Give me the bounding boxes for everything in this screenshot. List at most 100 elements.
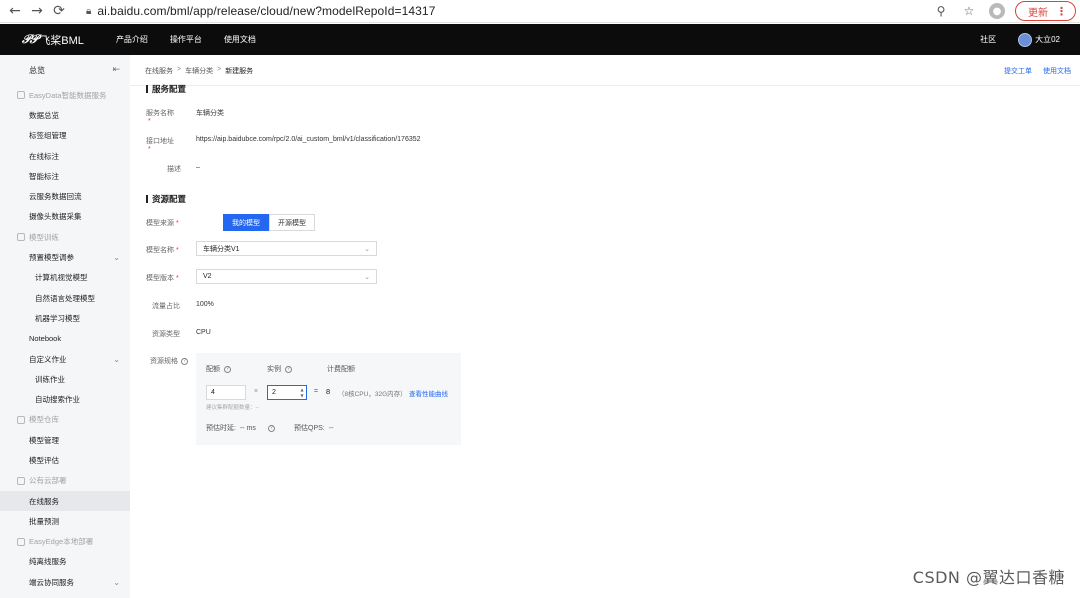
sidebar-item-label: Notebook bbox=[29, 334, 62, 344]
help-icon[interactable]: ? bbox=[267, 424, 275, 432]
collapse-sidebar-icon[interactable]: ⇤ bbox=[112, 65, 120, 75]
sidebar-item-label: 公有云部署 bbox=[29, 476, 67, 486]
sidebar: 总览 ⇤ EasyData智能数据服务 数据总览 标签组管理 在线标注 智能标注 云服务数… bbox=[0, 55, 130, 598]
reload-icon[interactable]: ⟳ bbox=[48, 0, 70, 22]
sidebar-item-label: 端云协同服务 bbox=[29, 577, 74, 587]
sidebar-item[interactable]: 模型管理 bbox=[0, 430, 130, 450]
sidebar-item[interactable]: 纯离线服务 bbox=[0, 552, 130, 572]
resource-config-title: 资源配置 bbox=[146, 193, 186, 205]
breadcrumb-online-service[interactable]: 在线服务 bbox=[145, 66, 173, 76]
sidebar-item-label: 模型仓库 bbox=[29, 415, 59, 425]
sidebar-item[interactable]: 自然语言处理模型 bbox=[0, 288, 130, 308]
sidebar-item[interactable]: 批量预测 bbox=[0, 511, 130, 531]
zoom-icon[interactable]: ⚲ bbox=[931, 1, 951, 21]
sidebar-item-label: 在线服务 bbox=[29, 496, 59, 506]
nav-platform[interactable]: 操作平台 bbox=[170, 34, 202, 45]
qps-value: -- bbox=[328, 424, 334, 432]
help-icon[interactable]: ? bbox=[224, 365, 231, 373]
help-icon[interactable]: ? bbox=[285, 365, 292, 373]
multiply-sign: × bbox=[254, 388, 259, 395]
forward-arrow-icon[interactable]: → bbox=[26, 0, 48, 22]
resource-spec-label: 资源规格 ? bbox=[150, 356, 188, 366]
instance-label: 实例 bbox=[267, 366, 281, 373]
sidebar-item-label: 智能标注 bbox=[29, 171, 59, 181]
submit-ticket-link[interactable]: 提交工单 bbox=[1004, 66, 1032, 76]
sidebar-group: 模型仓库 bbox=[0, 410, 130, 430]
back-arrow-icon[interactable]: ← bbox=[4, 0, 26, 22]
required-mark: * bbox=[176, 247, 179, 254]
help-icon[interactable]: ? bbox=[181, 357, 188, 365]
billing-label: 计费配额 bbox=[327, 366, 355, 373]
sidebar-item[interactable]: Notebook bbox=[0, 329, 130, 349]
model-name-select[interactable]: 车辆分类V1 ⌄ bbox=[196, 241, 377, 256]
update-button[interactable]: 更新 ⋮ bbox=[1015, 1, 1076, 21]
sidebar-item-label: 云服务数据回流 bbox=[29, 192, 82, 202]
sidebar-item[interactable]: 云服务数据回流 bbox=[0, 186, 130, 206]
billing-value: 8 bbox=[326, 387, 331, 396]
sidebar-item[interactable]: 在线标注 bbox=[0, 146, 130, 166]
service-name-label-text: 服务名称 bbox=[146, 110, 174, 117]
model-version-label-text: 模型版本 bbox=[146, 275, 174, 282]
sidebar-item[interactable]: 计算机视觉模型 bbox=[0, 268, 130, 288]
latency-value: -- ms bbox=[239, 424, 256, 432]
app-header: 𝒫𝒫 飞桨BML 产品介绍 操作平台 使用文档 社区 大立02 bbox=[0, 24, 1080, 55]
group-icon bbox=[17, 415, 25, 424]
bookmark-star-icon[interactable]: ☆ bbox=[959, 1, 979, 21]
instance-value: 2 bbox=[272, 389, 276, 396]
model-version-label: 模型版本 * bbox=[146, 273, 180, 283]
sidebar-item[interactable]: 智能标注 bbox=[0, 166, 130, 186]
user-menu[interactable]: 大立02 bbox=[1018, 32, 1060, 47]
logo[interactable]: 𝒫𝒫 飞桨BML bbox=[22, 32, 84, 48]
group-icon bbox=[17, 233, 25, 242]
breadcrumb-vehicle-classification[interactable]: 车辆分类 bbox=[185, 66, 213, 76]
breadcrumb-separator-icon: > bbox=[177, 66, 182, 73]
chevron-down-icon[interactable]: ⌄ bbox=[113, 355, 120, 364]
chevron-down-icon[interactable]: ⌄ bbox=[113, 578, 120, 587]
quota-input[interactable]: 4 bbox=[206, 385, 246, 400]
sidebar-item[interactable]: 摄像头数据采集 bbox=[0, 207, 130, 227]
sidebar-item[interactable]: 训练作业 bbox=[0, 369, 130, 389]
watermark: CSDN @翼达口香糖 bbox=[912, 568, 1065, 587]
description-value: – bbox=[196, 164, 200, 171]
nav-product[interactable]: 产品介绍 bbox=[116, 34, 148, 45]
sidebar-item[interactable]: 自定义作业 ⌄ bbox=[0, 349, 130, 369]
latency-label: 预估时延: bbox=[206, 425, 236, 432]
estimated-qps: 预估QPS: -- bbox=[294, 423, 333, 433]
my-model-option[interactable]: 我的模型 bbox=[223, 214, 269, 231]
sidebar-item[interactable]: 在线服务 bbox=[0, 490, 130, 512]
update-label: 更新 bbox=[1028, 7, 1048, 19]
profile-button[interactable]: ● bbox=[987, 1, 1007, 21]
chevron-down-icon[interactable]: ⌄ bbox=[113, 253, 120, 262]
instance-stepper[interactable]: 2 ▲ ▼ bbox=[267, 385, 307, 400]
model-version-selected: V2 bbox=[203, 273, 212, 280]
address-bar[interactable]: ai.baidu.com/bml/app/release/cloud/new?m… bbox=[97, 4, 435, 18]
avatar bbox=[1018, 32, 1033, 47]
top-links: 提交工单 使用文档 bbox=[1004, 66, 1071, 76]
group-icon bbox=[17, 91, 25, 100]
stepper-arrows-icon[interactable]: ▲ ▼ bbox=[299, 387, 305, 398]
sidebar-item[interactable]: 自动搜索作业 bbox=[0, 389, 130, 409]
sidebar-item-label: 预置模型调参 bbox=[29, 253, 74, 263]
resource-type-value: CPU bbox=[196, 329, 211, 336]
open-source-model-option[interactable]: 开源模型 bbox=[269, 214, 315, 231]
sidebar-item[interactable]: 预置模型调参 ⌄ bbox=[0, 247, 130, 267]
sidebar-item[interactable]: 端云协同服务 ⌄ bbox=[0, 572, 130, 592]
model-version-select[interactable]: V2 ⌄ bbox=[196, 269, 377, 284]
sidebar-item[interactable]: 模型评估 bbox=[0, 450, 130, 470]
community-link[interactable]: 社区 bbox=[980, 34, 996, 45]
sidebar-item-label: 标签组管理 bbox=[29, 131, 67, 141]
required-mark: * bbox=[176, 220, 179, 227]
group-icon bbox=[17, 476, 25, 485]
model-source-toggle: 我的模型 开源模型 bbox=[223, 214, 315, 231]
logo-text: 飞桨BML bbox=[39, 34, 84, 47]
sidebar-item[interactable]: 数据总览 bbox=[0, 105, 130, 125]
resource-spec-panel: 配额 ? 实例 ? 计费配额 4 × 2 ▲ ▼ = 8 （8核CPU，32G内存… bbox=[196, 353, 461, 445]
model-name-label: 模型名称 * bbox=[146, 245, 180, 255]
view-performance-curve-link[interactable]: 查看性能曲线 bbox=[409, 388, 448, 398]
nav-docs[interactable]: 使用文档 bbox=[224, 34, 256, 45]
sidebar-overview[interactable]: 总览 ⇤ bbox=[0, 55, 130, 85]
docs-link[interactable]: 使用文档 bbox=[1043, 66, 1071, 76]
sidebar-item[interactable]: 标签组管理 bbox=[0, 126, 130, 146]
more-vertical-icon: ⋮ bbox=[1056, 5, 1067, 18]
sidebar-item[interactable]: 机器学习模型 bbox=[0, 308, 130, 328]
